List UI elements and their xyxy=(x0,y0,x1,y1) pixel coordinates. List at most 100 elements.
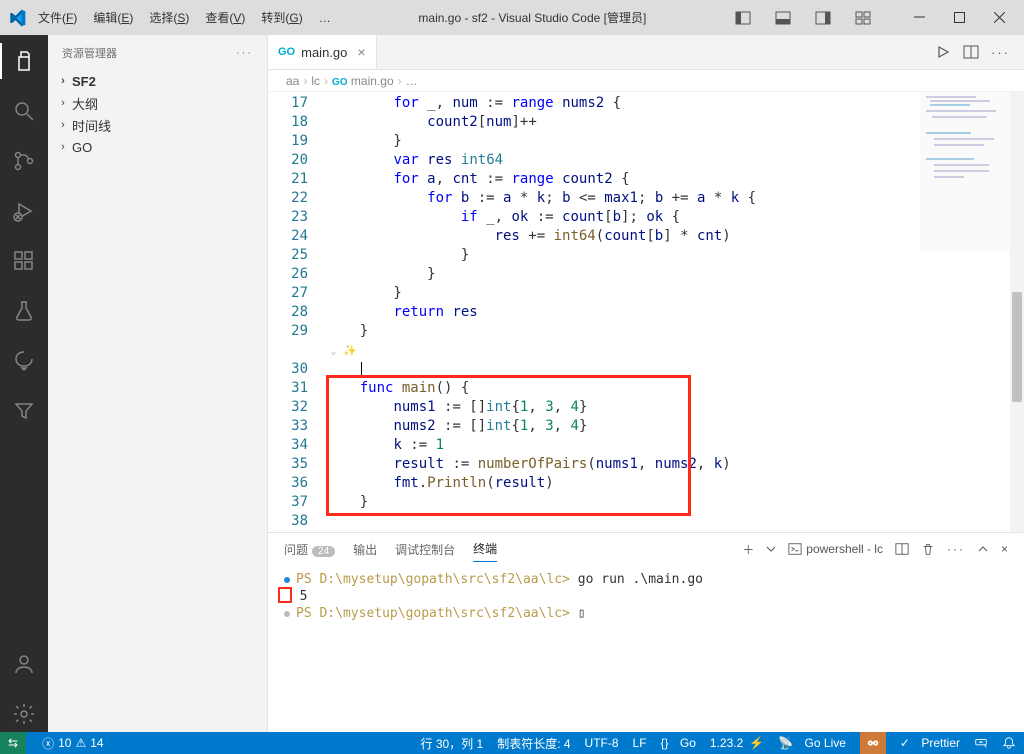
explorer-item-sf2[interactable]: ›SF2 xyxy=(48,70,267,92)
line-number: 33 xyxy=(268,417,308,436)
line-number: 36 xyxy=(268,474,308,493)
breadcrumb-seg-0[interactable]: aa xyxy=(286,74,299,88)
tab-main-go[interactable]: GO main.go × xyxy=(268,35,377,69)
code-line-34[interactable]: k := 1 xyxy=(326,436,1024,455)
window-minimize-icon[interactable] xyxy=(902,4,936,32)
status-language[interactable]: {} Go xyxy=(661,736,696,750)
panel-tab-0[interactable]: 问题24 xyxy=(284,537,335,562)
panel-tab-1[interactable]: 输出 xyxy=(353,537,377,562)
run-file-icon[interactable] xyxy=(935,44,951,60)
status-copilot-icon[interactable] xyxy=(860,732,886,754)
panel-more-icon[interactable]: ··· xyxy=(947,542,965,556)
problems-badge: 24 xyxy=(312,546,335,557)
window-close-icon[interactable] xyxy=(982,4,1016,32)
explorer-item-大纲[interactable]: ›大纲 xyxy=(48,92,267,114)
split-editor-icon[interactable] xyxy=(963,44,979,60)
activity-testing-icon[interactable] xyxy=(0,293,48,329)
explorer-item-go[interactable]: ›GO xyxy=(48,136,267,158)
terminal-shell-icon[interactable]: powershell - lc xyxy=(788,542,883,556)
activity-filter-icon[interactable] xyxy=(0,393,48,429)
code-line-37[interactable]: } xyxy=(326,493,1024,512)
activity-account-icon[interactable] xyxy=(0,646,48,682)
activity-extensions-icon[interactable] xyxy=(0,243,48,279)
line-number: 38 xyxy=(268,512,308,531)
breadcrumb-seg-1[interactable]: lc xyxy=(311,74,320,88)
breadcrumb-separator: › xyxy=(398,74,402,88)
breadcrumb-seg-3[interactable]: … xyxy=(406,74,418,88)
line-number: 34 xyxy=(268,436,308,455)
terminal-line: PS D:\mysetup\gopath\src\sf2\aa\lc> ▯ xyxy=(284,605,1008,622)
layout-customize-icon[interactable] xyxy=(846,4,880,32)
window-title: main.go - sf2 - Visual Studio Code [管理员] xyxy=(343,9,722,26)
layout-toggle-secondary-icon[interactable] xyxy=(806,4,840,32)
terminal-kill-icon[interactable] xyxy=(921,542,935,556)
activity-wrap-icon[interactable] xyxy=(0,343,48,379)
panel-maximize-icon[interactable] xyxy=(977,543,989,555)
terminal-content[interactable]: PS D:\mysetup\gopath\src\sf2\aa\lc> go r… xyxy=(268,565,1024,732)
vscode-logo-icon xyxy=(8,9,26,27)
breadcrumb[interactable]: aa›lc›GO main.go›… xyxy=(268,70,1024,92)
line-number: 28 xyxy=(268,303,308,322)
menu-2[interactable]: 选择(S) xyxy=(141,7,197,29)
explorer-more-icon[interactable]: ··· xyxy=(236,47,253,59)
terminal-layout-icon[interactable] xyxy=(895,542,909,556)
breadcrumb-seg-2[interactable]: GO main.go xyxy=(332,74,394,88)
tab-label: main.go xyxy=(301,45,347,60)
code-line-31[interactable]: func main() { xyxy=(326,379,1024,398)
status-prettier[interactable]: ✓ Prettier xyxy=(900,736,960,750)
code-line-29[interactable]: } xyxy=(326,322,1024,341)
activity-settings-icon[interactable] xyxy=(0,696,48,732)
terminal-new-icon[interactable]: ＋ xyxy=(742,541,754,558)
activity-debug-icon[interactable] xyxy=(0,193,48,229)
terminal-line: PS D:\mysetup\gopath\src\sf2\aa\lc> go r… xyxy=(284,571,1008,588)
code-line-26[interactable]: } xyxy=(326,265,1024,284)
tab-close-icon[interactable]: × xyxy=(357,44,365,60)
line-number: 17 xyxy=(268,94,308,113)
code-line-27[interactable]: } xyxy=(326,284,1024,303)
terminal-split-dropdown-icon[interactable] xyxy=(766,544,776,554)
status-go-live[interactable]: 📡 Go Live xyxy=(778,736,846,750)
menu-1[interactable]: 编辑(E) xyxy=(85,7,141,29)
status-eol[interactable]: LF xyxy=(633,736,647,750)
menu-4[interactable]: 转到(G) xyxy=(253,7,310,29)
minimap[interactable] xyxy=(920,92,1010,252)
status-feedback-icon[interactable] xyxy=(974,736,988,750)
activity-explorer-icon[interactable] xyxy=(0,43,48,79)
editor-scrollbar[interactable] xyxy=(1010,92,1024,532)
activity-source-control-icon[interactable] xyxy=(0,143,48,179)
editor-tab-bar: GO main.go × ··· xyxy=(268,35,1024,70)
status-encoding[interactable]: UTF-8 xyxy=(585,736,619,750)
code-line-36[interactable]: fmt.Println(result) xyxy=(326,474,1024,493)
layout-toggle-panel-icon[interactable] xyxy=(766,4,800,32)
explorer-item-时间线[interactable]: ›时间线 xyxy=(48,114,267,136)
code-line-28[interactable]: return res xyxy=(326,303,1024,322)
code-line-30[interactable] xyxy=(326,360,1024,379)
broadcast-icon: 📡 xyxy=(778,736,793,750)
line-number: 20 xyxy=(268,151,308,170)
check-icon: ✓ xyxy=(900,736,910,750)
code-line-35[interactable]: result := numberOfPairs(nums1, nums2, k) xyxy=(326,455,1024,474)
code-line-32[interactable]: nums1 := []int{1, 3, 4} xyxy=(326,398,1024,417)
menu-3[interactable]: 查看(V) xyxy=(197,7,253,29)
prompt-dot-icon xyxy=(284,611,290,617)
panel-tab-3[interactable]: 终端 xyxy=(473,536,497,562)
line-number: 30 xyxy=(268,360,308,379)
panel-tab-2[interactable]: 调试控制台 xyxy=(395,537,455,562)
warning-icon: ⚠ xyxy=(75,736,86,750)
status-tab-size[interactable]: 制表符长度: 4 xyxy=(497,735,570,752)
window-maximize-icon[interactable] xyxy=(942,4,976,32)
layout-toggle-primary-icon[interactable] xyxy=(726,4,760,32)
menu-0[interactable]: 文件(F) xyxy=(30,7,85,29)
activity-search-icon[interactable] xyxy=(0,93,48,129)
panel-close-icon[interactable]: × xyxy=(1001,542,1008,556)
status-problems[interactable]: ⓧ10 ⚠14 xyxy=(42,735,104,752)
status-bell-icon[interactable] xyxy=(1002,736,1016,750)
status-cursor-position[interactable]: 行 30，列 1 xyxy=(420,735,483,752)
line-number: 23 xyxy=(268,208,308,227)
status-remote-icon[interactable]: ⇆ xyxy=(0,732,26,754)
title-bar: 文件(F)编辑(E)选择(S)查看(V)转到(G)… main.go - sf2… xyxy=(0,0,1024,35)
status-go-version[interactable]: 1.23.2⚡ xyxy=(710,736,764,750)
menu-5[interactable]: … xyxy=(311,7,339,29)
editor-more-icon[interactable]: ··· xyxy=(991,45,1010,60)
code-line-33[interactable]: nums2 := []int{1, 3, 4} xyxy=(326,417,1024,436)
